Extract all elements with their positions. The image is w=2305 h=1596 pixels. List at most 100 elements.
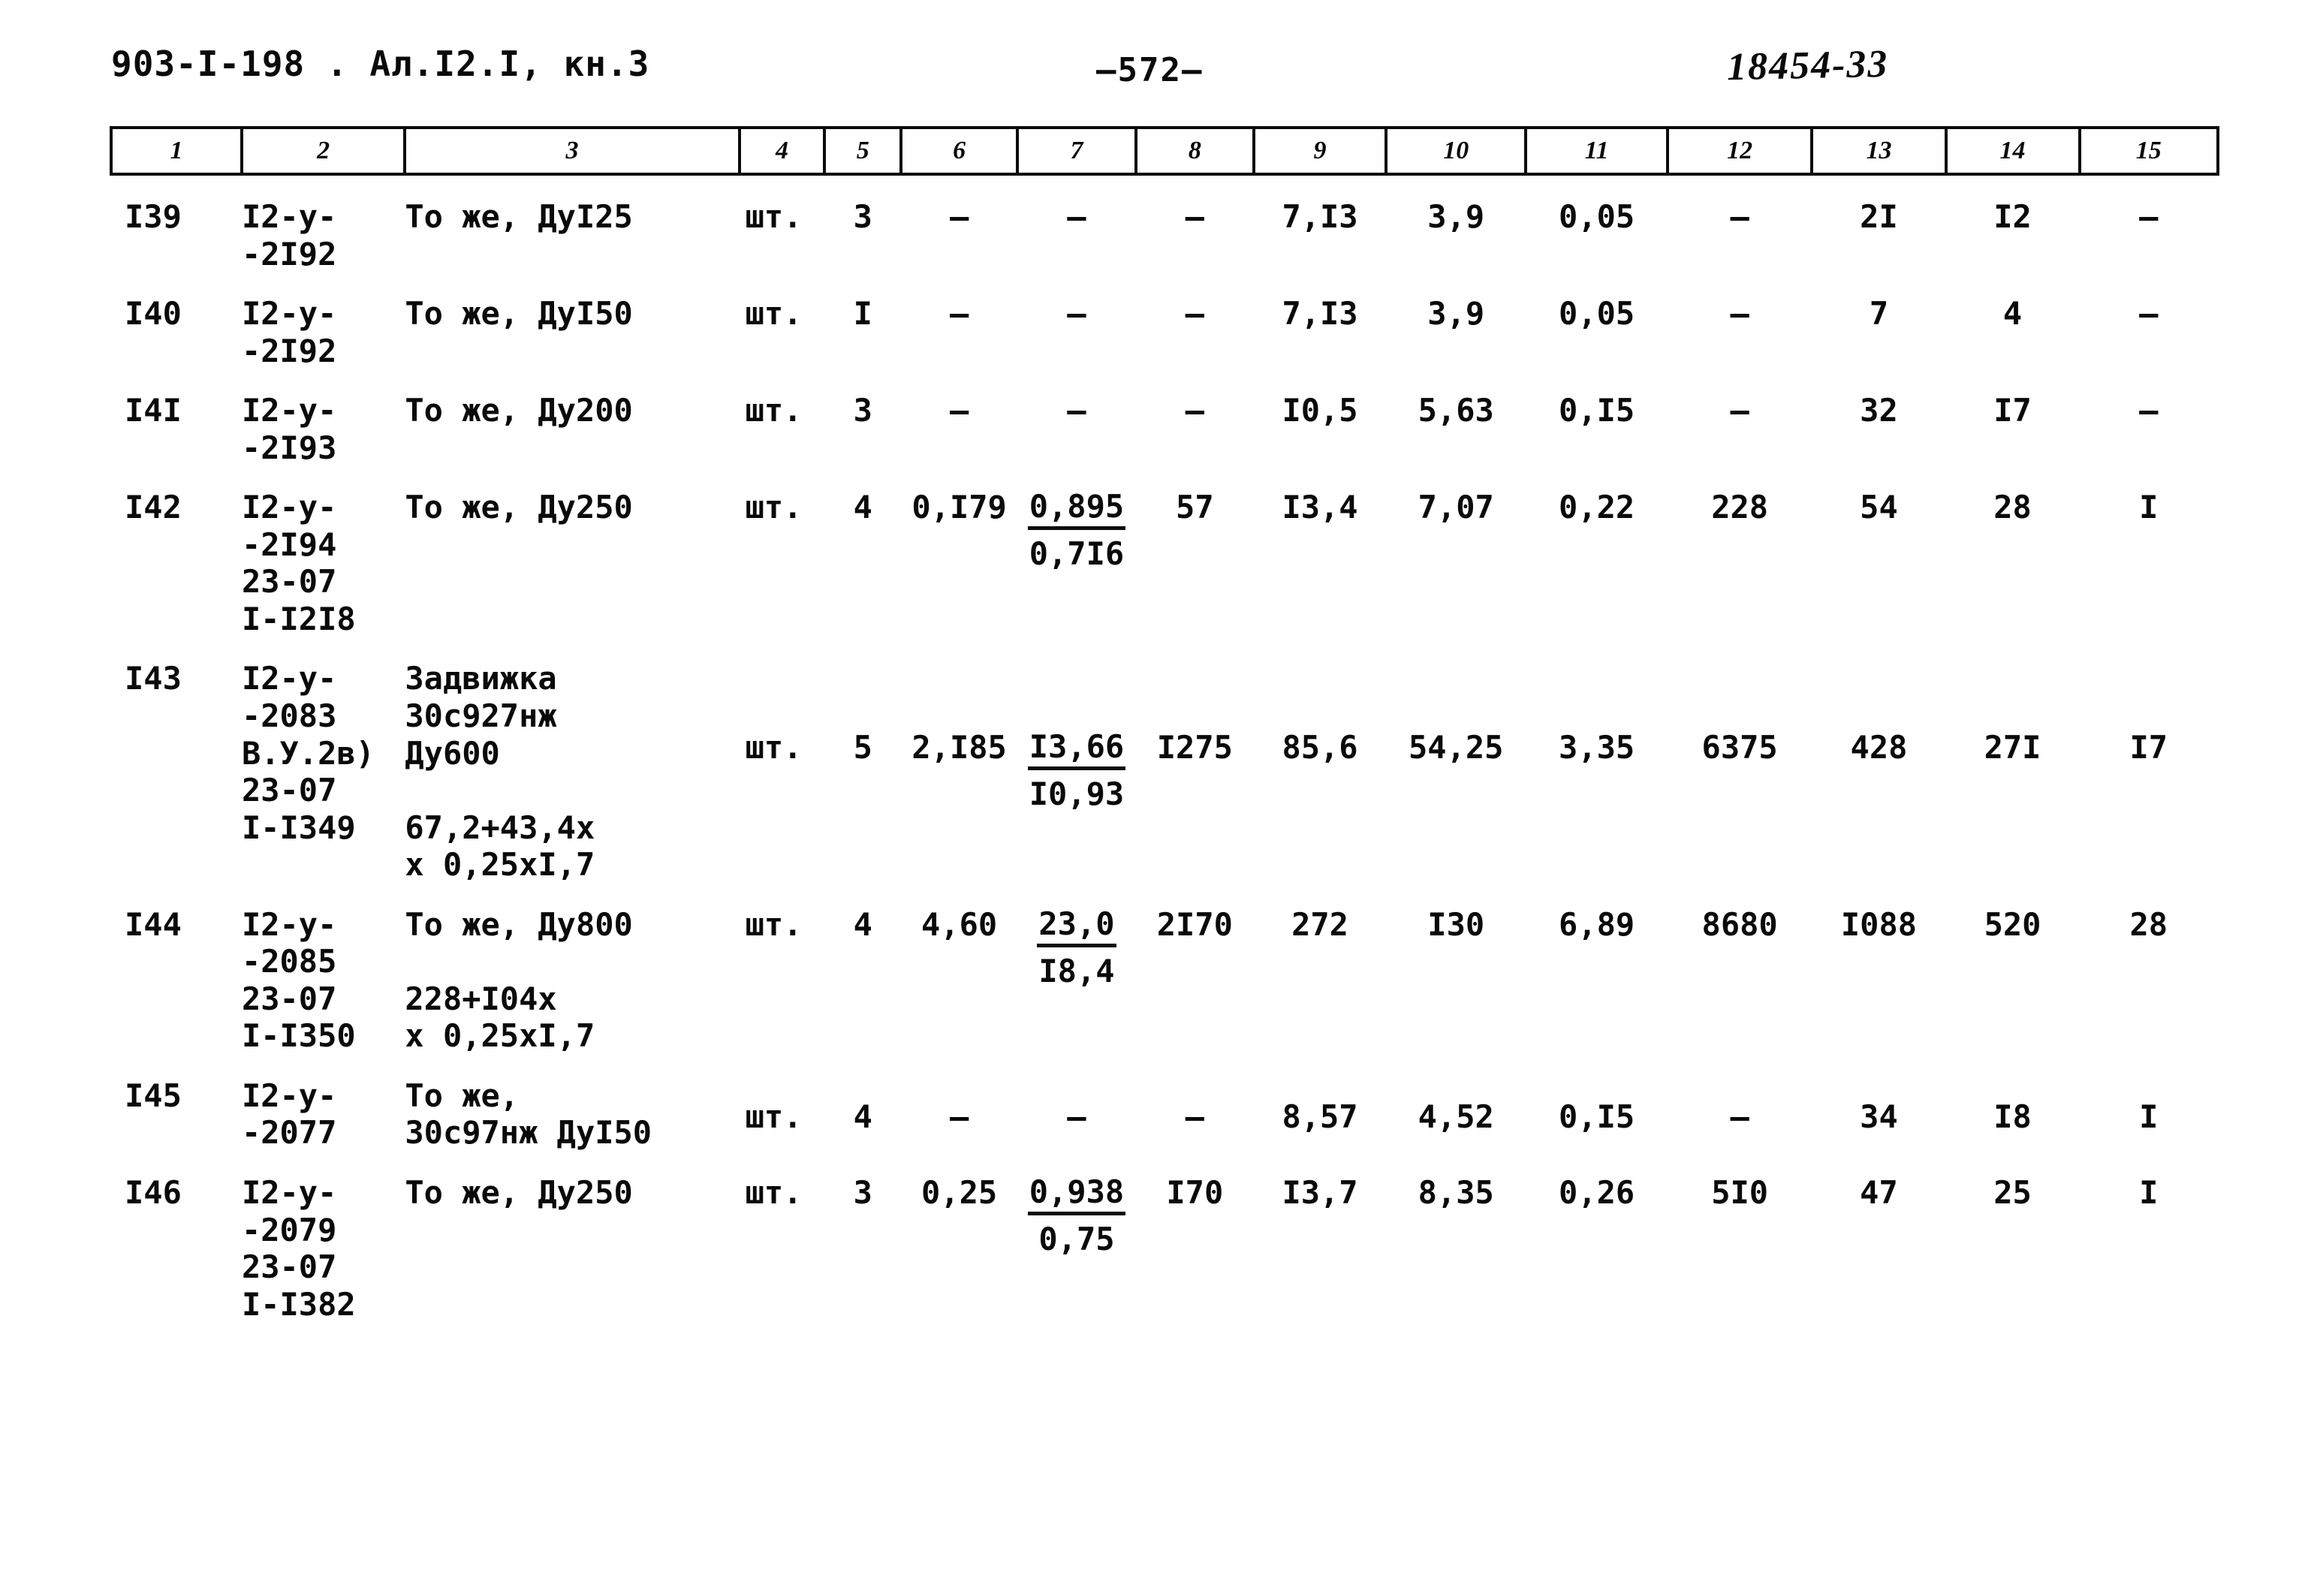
fraction-value: 0,895 0,7I6 <box>1027 489 1126 572</box>
row-unit-cell: шт. <box>745 1098 803 1135</box>
row-col13-cell: 428 <box>1850 729 1908 766</box>
row-quantity-cell: 5 <box>853 729 872 766</box>
row-col6-cell: 0,25 <box>921 1174 998 1212</box>
row-index-cell: I44 <box>125 905 182 943</box>
row-col6-cell: 2,I85 <box>911 729 1007 766</box>
row-col13-cell: 7 <box>1869 295 1889 333</box>
fraction-denominator: I0,93 <box>1029 775 1125 813</box>
row-code-cell: I2-у- -2I94 23-07 I-I2I8 <box>241 489 356 637</box>
row-col14-cell: 25 <box>1993 1174 2032 1212</box>
row-col7-cell: 0,895 0,7I6 <box>1017 466 1135 637</box>
row-col12-cell: 5I0 <box>1711 1174 1769 1212</box>
archive-stamp-number: 18454-33 <box>1726 42 1889 89</box>
row-col6-cell: 4,60 <box>921 905 998 943</box>
row-col7-cell: 23,0 I8,4 <box>1017 884 1135 1055</box>
row-col6-cell: – <box>949 1098 969 1135</box>
row-col13-cell: 32 <box>1860 392 1898 429</box>
row-index-cell: I46 <box>125 1174 182 1212</box>
row-col8-cell: – <box>1185 392 1204 429</box>
row-index-cell: I45 <box>125 1077 182 1114</box>
page-header: 903-I-198 . Ал.I2.I, кн.3 —572— 18454-33 <box>0 42 2305 96</box>
column-number-row: 1 2 3 4 5 6 7 8 9 10 11 12 13 14 15 <box>110 126 2220 176</box>
column-header-9: 9 <box>1252 126 1388 176</box>
fraction-numerator: I3,66 <box>1027 729 1126 771</box>
row-col8-cell: I70 <box>1166 1174 1224 1212</box>
row-col14-cell: I8 <box>1993 1098 2032 1135</box>
row-col15-cell: I7 <box>2129 729 2168 766</box>
row-col13-cell: 54 <box>1860 489 1898 526</box>
column-header-2: 2 <box>240 126 407 176</box>
row-col14-cell: I7 <box>1993 392 2032 429</box>
row-col9-cell: I0,5 <box>1282 392 1358 429</box>
table-row: I46 I2-у- -2079 23-07 I-I382 То же, Ду250 ш… <box>111 1152 2218 1323</box>
row-col9-cell: 7,I3 <box>1282 198 1358 235</box>
row-col10-cell: 7,07 <box>1418 489 1494 526</box>
fraction-value: I3,66 I0,93 <box>1027 729 1126 813</box>
row-col11-cell: 0,05 <box>1559 198 1635 235</box>
specification-table: 1 2 3 4 5 6 7 8 9 10 11 12 13 14 15 I39 I… <box>110 126 2220 1323</box>
row-col8-cell: 2I70 <box>1156 905 1233 943</box>
row-index-cell: I43 <box>125 660 182 697</box>
row-code-cell: I2-у- -2085 23-07 I-I350 <box>241 905 356 1055</box>
row-col6-cell: – <box>949 198 969 235</box>
row-col15-cell: – <box>2139 198 2159 235</box>
row-col8-cell: I275 <box>1156 729 1233 766</box>
row-quantity-cell: 3 <box>853 392 872 429</box>
row-unit-cell: шт. <box>745 295 803 333</box>
fraction-numerator: 0,938 <box>1027 1174 1126 1215</box>
column-header-10: 10 <box>1385 126 1528 176</box>
column-header-14: 14 <box>1944 126 2081 176</box>
column-header-1: 1 <box>110 126 243 176</box>
row-col13-cell: 34 <box>1860 1098 1898 1135</box>
row-col15-cell: 28 <box>2129 905 2168 943</box>
row-col7-cell: I3,66 I0,93 <box>1017 637 1135 883</box>
row-col15-cell: I <box>2139 489 2159 526</box>
row-col15-cell: I <box>2139 1174 2159 1212</box>
table-row: I44 I2-у- -2085 23-07 I-I350 То же, Ду800 … <box>111 884 2218 1055</box>
row-col9-cell: 7,I3 <box>1282 295 1358 333</box>
column-header-3: 3 <box>403 126 741 176</box>
row-col14-cell: I2 <box>1993 198 2032 235</box>
row-col9-cell: 85,6 <box>1282 729 1358 766</box>
row-unit-cell: шт. <box>745 198 803 235</box>
row-col10-cell: 54,25 <box>1409 729 1504 766</box>
column-header-15: 15 <box>2078 126 2220 176</box>
row-col8-cell: – <box>1185 295 1204 333</box>
row-col14-cell: 520 <box>1984 905 2041 943</box>
row-col11-cell: 3,35 <box>1559 729 1635 766</box>
row-col14-cell: 28 <box>1993 489 2032 526</box>
row-col11-cell: 0,26 <box>1559 1174 1635 1212</box>
fraction-value: 23,0 I8,4 <box>1037 905 1116 989</box>
column-header-8: 8 <box>1134 126 1256 176</box>
row-name-cell: То же, Ду200 <box>405 392 633 429</box>
row-col10-cell: 8,35 <box>1418 1174 1494 1212</box>
row-code-cell: I2-у- -2079 23-07 I-I382 <box>241 1174 356 1323</box>
row-col10-cell: 3,9 <box>1427 198 1485 235</box>
row-col12-cell: 8680 <box>1701 905 1778 943</box>
fraction-numerator: 0,895 <box>1027 489 1126 531</box>
column-header-4: 4 <box>737 126 827 176</box>
row-col9-cell: I3,7 <box>1282 1174 1358 1212</box>
table-header: 1 2 3 4 5 6 7 8 9 10 11 12 13 14 15 <box>110 126 2220 176</box>
row-col10-cell: 4,52 <box>1418 1098 1494 1135</box>
row-col15-cell: I <box>2139 1098 2159 1135</box>
fraction-denominator: I8,4 <box>1038 952 1115 989</box>
row-col13-cell: 2I <box>1860 198 1898 235</box>
row-code-cell: I2-у- -2I92 <box>241 198 337 273</box>
row-col10-cell: I30 <box>1427 905 1485 943</box>
row-col14-cell: 27I <box>1984 729 2041 766</box>
row-name-cell: То же, Ду250 <box>405 489 633 526</box>
table-row: I4I I2-у- -2I93 То же, Ду200 шт. 3 – – – I0,5 5,6… <box>111 369 2218 466</box>
row-col6-cell: 0,I79 <box>911 489 1007 526</box>
fraction-value: 0,938 0,75 <box>1027 1174 1126 1257</box>
row-col9-cell: 272 <box>1291 905 1348 943</box>
row-unit-cell: шт. <box>745 489 803 526</box>
row-col10-cell: 3,9 <box>1427 295 1485 333</box>
row-code-cell: I2-у- -2077 <box>241 1077 337 1152</box>
row-col15-cell: – <box>2139 295 2159 333</box>
row-index-cell: I40 <box>125 295 182 333</box>
page-number: —572— <box>1096 51 1204 89</box>
table-body: I39 I2-у- -2I92 То же, ДуI25 шт. 3 – – – 7,I3 3,9… <box>111 174 2218 1323</box>
row-col12-cell: – <box>1730 392 1749 429</box>
row-quantity-cell: 4 <box>853 489 872 526</box>
